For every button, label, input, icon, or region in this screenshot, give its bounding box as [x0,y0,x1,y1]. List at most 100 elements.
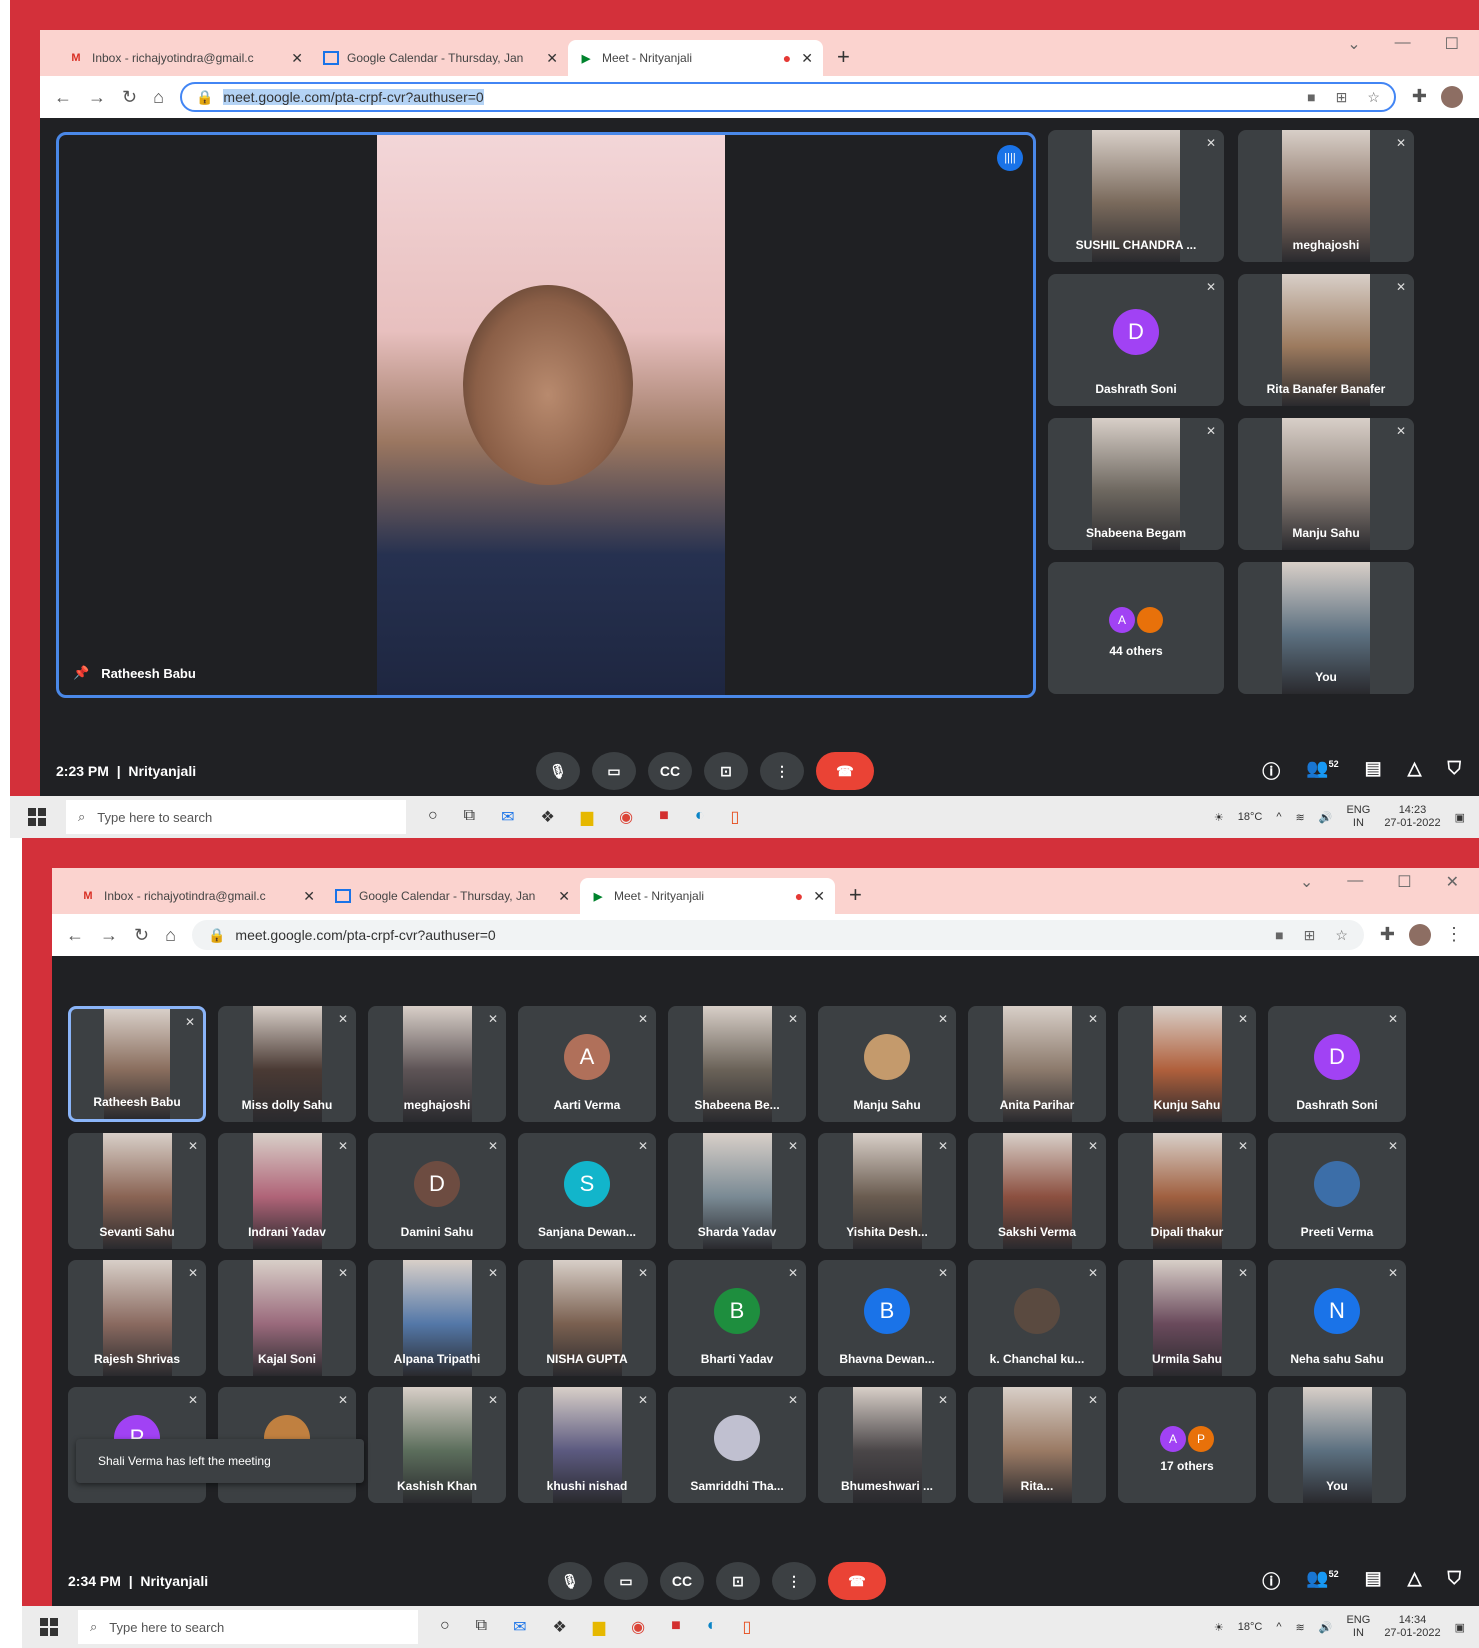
activities-icon[interactable]: △ [1408,1568,1422,1594]
dropbox-icon[interactable]: ❖ [541,807,555,827]
close-window-icon[interactable]: ✕ [1446,872,1459,892]
participant-tile[interactable]: ✕ khushi nishad [518,1387,656,1503]
participant-tile[interactable]: ✕ Ratheesh Babu [68,1006,206,1122]
close-icon[interactable]: ✕ [558,888,570,905]
participant-tile[interactable]: ✕ meghajoshi [368,1006,506,1122]
info-icon[interactable]: ⓘ [1262,758,1280,784]
participant-tile[interactable]: ✕ k. Chanchal ku... [968,1260,1106,1376]
pin-icon[interactable]: 📌 [73,665,89,681]
participant-tile[interactable]: ✕ Kunju Sahu [1118,1006,1256,1122]
participant-tile[interactable]: ✕ Rajesh Shrivas [68,1260,206,1376]
volume-icon[interactable]: 🔊 [1319,811,1333,824]
present-button[interactable]: ⊡ [716,1562,760,1600]
forward-icon[interactable]: → [88,87,106,108]
url-input[interactable]: 🔒 meet.google.com/pta-crpf-cvr?authuser=0… [179,82,1396,112]
maximize-icon[interactable]: ☐ [1445,34,1459,54]
participant-tile[interactable]: ✕ Sevanti Sahu [68,1133,206,1249]
new-tab-button[interactable]: + [849,882,862,908]
chevron-up-icon[interactable]: ^ [1276,811,1281,823]
captions-button[interactable]: CC [648,752,692,790]
camera-button[interactable]: ▭ [604,1562,648,1600]
extensions-icon[interactable]: ✚ [1412,86,1427,108]
tab-calendar[interactable]: Google Calendar - Thursday, Jan ✕ [325,878,580,914]
present-button[interactable]: ⊡ [704,752,748,790]
menu-icon[interactable]: ⋮ [1445,924,1463,946]
dropbox-icon[interactable]: ❖ [553,1617,567,1637]
participant-tile[interactable]: ✕ Dipali thakur [1118,1133,1256,1249]
participant-tile[interactable]: ✕ Anita Parihar [968,1006,1106,1122]
mic-button[interactable]: 🎙 [536,752,580,790]
more-options-button[interactable]: ⋮ [760,752,804,790]
participant-tile[interactable]: ✕ Samriddhi Tha... [668,1387,806,1503]
tab-gmail[interactable]: M Inbox - richajyotindra@gmail.c ✕ [70,878,325,914]
participant-tile[interactable]: ✕ Kashish Khan [368,1387,506,1503]
participant-tile[interactable]: ✕ Manju Sahu [818,1006,956,1122]
participant-tile[interactable]: D ✕ Dashrath Soni [1268,1006,1406,1122]
participant-tile[interactable]: ✕ Indrani Yadav [218,1133,356,1249]
participant-tile[interactable]: ✕ Sharda Yadav [668,1133,806,1249]
star-icon[interactable]: ☆ [1335,927,1348,944]
captions-button[interactable]: CC [660,1562,704,1600]
url-input[interactable]: 🔒 meet.google.com/pta-crpf-cvr?authuser=0… [191,920,1364,950]
taskbar-search[interactable]: ⌕ Type here to search [66,800,406,834]
participant-tile[interactable]: You [1238,562,1414,694]
edge-icon[interactable]: ◐ [695,807,705,827]
home-icon[interactable]: ⌂ [165,925,176,946]
star-icon[interactable]: ☆ [1367,89,1380,106]
camera-button[interactable]: ▭ [592,752,636,790]
participant-tile[interactable]: B ✕ Bhavna Dewan... [818,1260,956,1376]
folder-icon[interactable]: ▆ [593,1617,605,1637]
participant-tile[interactable]: ✕ Rita... [968,1387,1106,1503]
participant-tile[interactable]: A ✕ Aarti Verma [518,1006,656,1122]
chrome-icon[interactable]: ◉ [631,1617,645,1637]
close-icon[interactable]: ✕ [303,888,315,905]
tab-meet[interactable]: ▶ Meet - Nrityanjali ● ✕ [580,878,835,914]
camera-icon[interactable]: ■ [1275,927,1283,944]
participant-tile[interactable]: ✕ Shabeena Be... [668,1006,806,1122]
speaker-tile[interactable]: |||| 📌 Ratheesh Babu [56,132,1036,698]
mail-icon[interactable]: ✉ [513,1617,526,1637]
volume-icon[interactable]: 🔊 [1319,1621,1333,1634]
participant-tile[interactable]: ✕ Rita Banafer Banafer [1238,274,1414,406]
new-tab-button[interactable]: + [837,44,850,70]
reload-icon[interactable]: ↻ [122,87,137,108]
office-icon[interactable]: ▯ [742,1617,751,1637]
participant-tile[interactable]: A P 17 others [1118,1387,1256,1503]
taskbar-clock[interactable]: 14:34 27-01-2022 [1384,1614,1440,1640]
participant-tile[interactable]: B ✕ Bharti Yadav [668,1260,806,1376]
notification-icon[interactable]: ▣ [1455,811,1465,824]
minimize-icon[interactable]: — [1395,34,1411,54]
close-icon[interactable]: ✕ [546,50,558,67]
more-options-button[interactable]: ⋮ [772,1562,816,1600]
cortana-icon[interactable]: ○ [428,807,438,827]
share-icon[interactable]: ⊞ [1304,927,1316,944]
participant-tile[interactable]: You [1268,1387,1406,1503]
participant-tile[interactable]: ✕ Alpana Tripathi [368,1260,506,1376]
participant-tile[interactable]: ✕ Kajal Soni [218,1260,356,1376]
participant-tile[interactable]: A 44 others [1048,562,1224,694]
participant-tile[interactable]: ✕ Manju Sahu [1238,418,1414,550]
edge-icon[interactable]: ◐ [707,1617,717,1637]
task-view-icon[interactable]: ⧉ [464,807,475,827]
windows-start-icon[interactable] [28,808,46,826]
chrome-icon[interactable]: ◉ [619,807,633,827]
app-red-icon[interactable]: ■ [659,807,669,827]
close-icon[interactable]: ✕ [801,50,813,67]
profile-avatar[interactable] [1441,86,1463,108]
extensions-icon[interactable]: ✚ [1380,924,1395,946]
mic-button[interactable]: 🎙 [548,1562,592,1600]
reload-icon[interactable]: ↻ [134,925,149,946]
app-red-icon[interactable]: ■ [671,1617,681,1637]
profile-avatar[interactable] [1409,924,1431,946]
office-icon[interactable]: ▯ [730,807,739,827]
windows-start-icon[interactable] [40,1618,58,1636]
chat-icon[interactable]: ▤ [1365,758,1382,784]
activities-icon[interactable]: △ [1408,758,1422,784]
taskbar-search[interactable]: ⌕ Type here to search [78,1610,418,1644]
host-controls-icon[interactable]: ⛉ [1448,1568,1462,1594]
mail-icon[interactable]: ✉ [501,807,514,827]
maximize-icon[interactable]: ☐ [1397,872,1411,892]
notification-icon[interactable]: ▣ [1455,1621,1465,1634]
chevron-down-icon[interactable]: ⌄ [1300,872,1313,892]
chevron-up-icon[interactable]: ^ [1276,1621,1281,1633]
